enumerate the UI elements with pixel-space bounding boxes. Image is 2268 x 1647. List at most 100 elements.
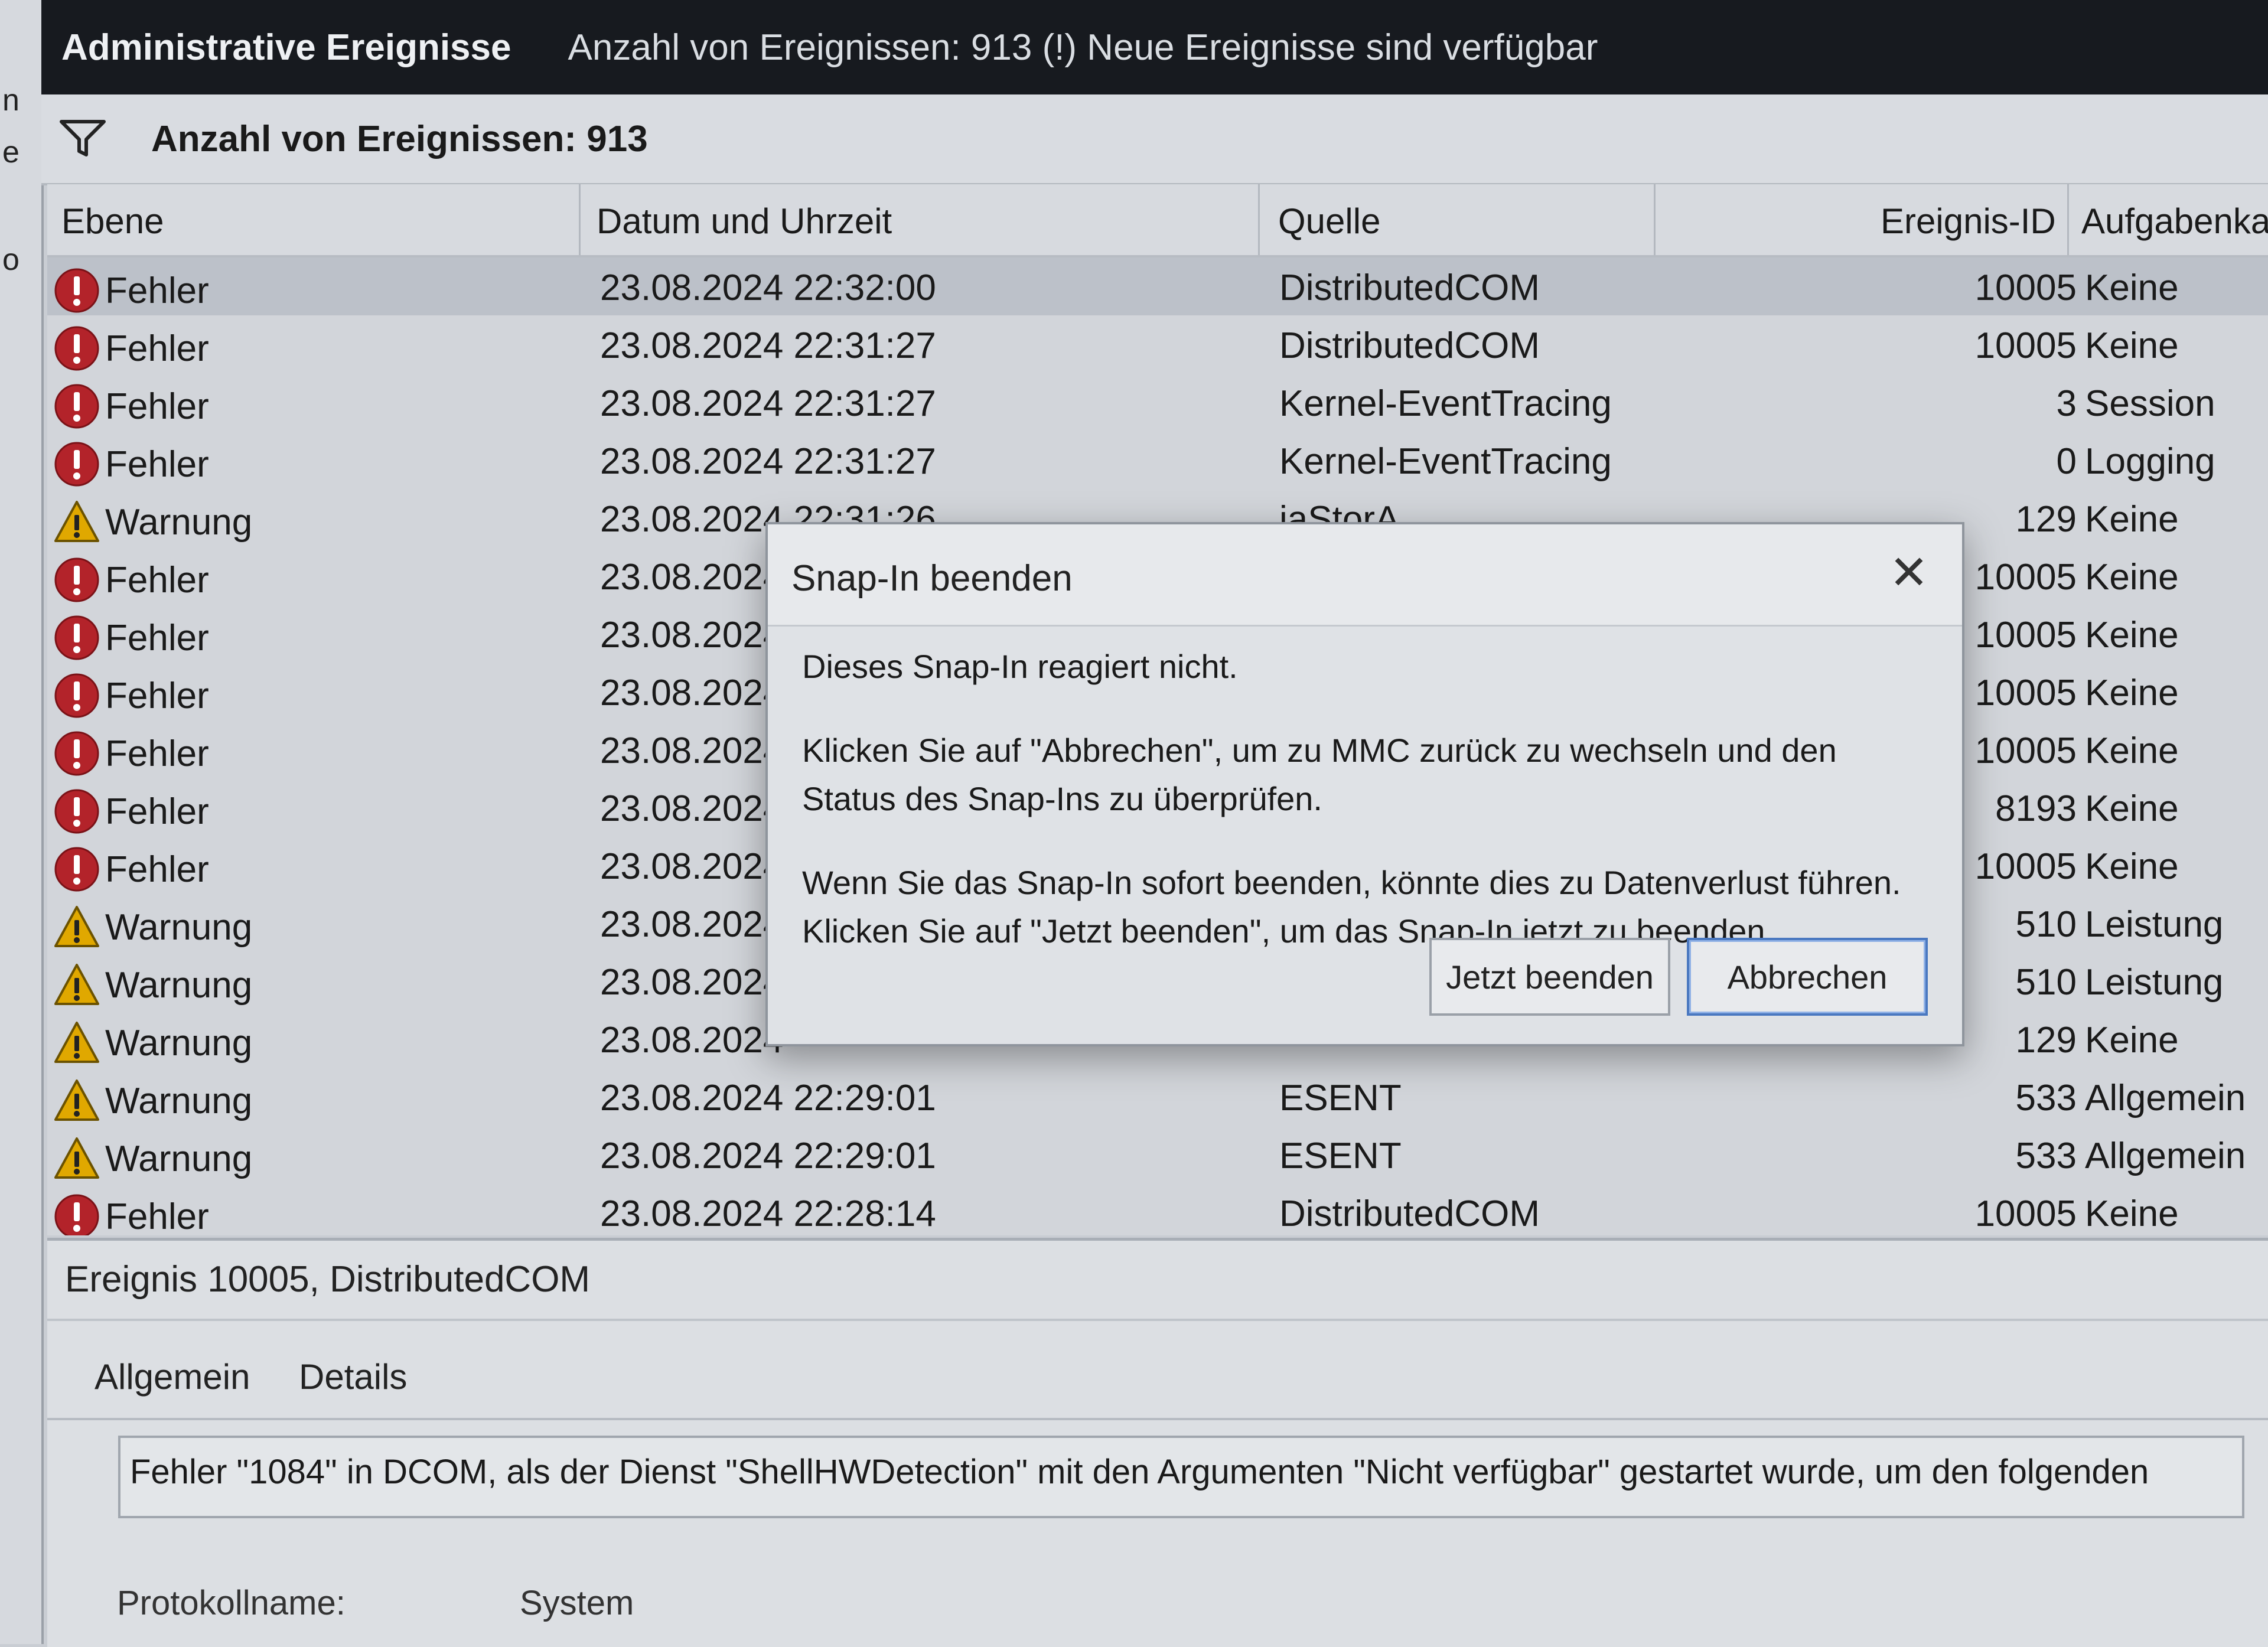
- level-cell: Fehler: [53, 325, 209, 372]
- level-text: Warnung: [105, 1138, 253, 1179]
- task-category-cell: Logging: [2085, 441, 2215, 482]
- level-text: Fehler: [105, 617, 209, 658]
- table-row[interactable]: Fehler 23.08.2024 22:28:14 DistributedCOM 1…: [47, 1183, 2268, 1235]
- date-cell: 23.08.2024 22:31:27: [600, 441, 936, 482]
- column-header-event-id[interactable]: Ereignis-ID: [1866, 201, 2056, 242]
- task-category-cell: Keine: [2085, 673, 2179, 713]
- task-category-cell: Keine: [2085, 325, 2179, 366]
- date-cell: 23.08.2024 22:31:27: [600, 325, 936, 366]
- error-icon: [53, 614, 105, 661]
- level-cell: Fehler: [53, 556, 209, 604]
- cancel-button[interactable]: Abbrechen: [1687, 938, 1928, 1016]
- task-category-cell: Keine: [2085, 788, 2179, 829]
- event-id-cell: 533: [2015, 1136, 2077, 1176]
- source-cell: Kernel-EventTracing: [1279, 441, 1612, 482]
- level-cell: Fehler: [53, 730, 209, 777]
- task-category-cell: Leistung: [2085, 962, 2224, 1003]
- error-icon: [53, 441, 105, 488]
- level-text: Fehler: [105, 328, 209, 369]
- task-category-cell: Keine: [2085, 615, 2179, 655]
- level-cell: Warnung: [53, 1019, 252, 1067]
- left-pane-edge: n e o: [0, 0, 44, 1644]
- level-text: Warnung: [105, 964, 253, 1006]
- filter-count-label: Anzahl von Ereignissen: 913: [151, 118, 648, 159]
- event-count-status: Anzahl von Ereignissen: 913 (!) Neue Ere…: [568, 27, 1598, 68]
- warning-icon: [53, 961, 105, 1009]
- event-id-cell: 10005: [1974, 1193, 2077, 1234]
- date-cell: 23.08.2024 22:31:27: [600, 383, 936, 424]
- date-cell: 23.08.2024: [600, 730, 784, 771]
- level-text: Warnung: [105, 501, 253, 543]
- column-header-level[interactable]: Ebene: [47, 201, 164, 242]
- table-row[interactable]: Fehler 23.08.2024 22:31:27 Kernel-EventTra…: [47, 373, 2268, 431]
- source-cell: DistributedCOM: [1279, 325, 1540, 366]
- dialog-message-line: Klicken Sie auf "Abbrechen", um zu MMC z…: [802, 732, 1837, 817]
- level-cell: Warnung: [53, 961, 252, 1009]
- task-category-cell: Keine: [2085, 730, 2179, 771]
- level-cell: Fehler: [53, 788, 209, 835]
- level-text: Fehler: [105, 443, 209, 485]
- left-pane-fragment: e: [2, 135, 19, 169]
- warning-icon: [53, 1077, 105, 1124]
- level-cell: Fehler: [53, 672, 209, 719]
- level-cell: Fehler: [53, 1193, 209, 1235]
- error-icon: [53, 383, 105, 430]
- source-cell: Kernel-EventTracing: [1279, 383, 1612, 424]
- log-name-value: System: [520, 1584, 634, 1622]
- level-text: Warnung: [105, 1022, 253, 1064]
- table-row[interactable]: Warnung 23.08.2024 22:29:01 ESENT 533 Allgem…: [47, 1068, 2268, 1126]
- level-text: Fehler: [105, 849, 209, 890]
- warning-icon: [53, 498, 105, 546]
- event-description[interactable]: Fehler "1084" in DCOM, als der Dienst "S…: [118, 1436, 2244, 1518]
- error-icon: [53, 846, 105, 893]
- column-header-source[interactable]: Quelle: [1264, 201, 1380, 242]
- view-title-bar: Administrative Ereignisse Anzahl von Ere…: [41, 0, 2268, 94]
- date-cell: 23.08.2024 22:29:01: [600, 1136, 936, 1176]
- date-cell: 23.08.2024: [600, 962, 784, 1003]
- date-cell: 23.08.2024: [600, 557, 784, 598]
- event-id-cell: 533: [2015, 1078, 2077, 1118]
- warning-icon: [53, 1019, 105, 1067]
- close-icon[interactable]: ✕: [1885, 549, 1933, 596]
- task-category-cell: Keine: [2085, 557, 2179, 598]
- left-pane-fragment: n: [2, 83, 19, 118]
- filter-bar: Anzahl von Ereignissen: 913: [41, 94, 2268, 185]
- level-cell: Fehler: [53, 267, 209, 314]
- end-now-button[interactable]: Jetzt beenden: [1429, 938, 1670, 1016]
- level-cell: Fehler: [53, 441, 209, 488]
- table-row[interactable]: Fehler 23.08.2024 22:32:00 DistributedCOM 1…: [47, 257, 2268, 315]
- date-cell: 23.08.2024: [600, 788, 784, 829]
- filter-icon[interactable]: [59, 118, 106, 159]
- date-cell: 23.08.2024: [600, 673, 784, 713]
- table-header: Ebene Datum und Uhrzeit Quelle Ereignis-…: [47, 184, 2268, 257]
- tab-details[interactable]: Details: [299, 1356, 407, 1397]
- date-cell: 23.08.2024: [600, 846, 784, 887]
- column-header-date[interactable]: Datum und Uhrzeit: [582, 201, 892, 242]
- tab-general[interactable]: Allgemein: [94, 1356, 250, 1397]
- task-category-cell: Session: [2085, 383, 2215, 424]
- task-category-cell: Allgemein: [2085, 1078, 2246, 1118]
- level-cell: Warnung: [53, 498, 252, 546]
- level-cell: Fehler: [53, 614, 209, 661]
- left-pane-fragment: o: [2, 243, 19, 277]
- level-cell: Fehler: [53, 383, 209, 430]
- warning-icon: [53, 904, 105, 951]
- level-text: Fehler: [105, 386, 209, 427]
- error-icon: [53, 672, 105, 719]
- task-category-cell: Allgemein: [2085, 1136, 2246, 1176]
- error-icon: [53, 556, 105, 604]
- date-cell: 23.08.2024: [600, 1020, 784, 1061]
- table-row[interactable]: Warnung 23.08.2024 22:29:01 ESENT 533 Allgem…: [47, 1126, 2268, 1183]
- column-header-task-category[interactable]: Aufgabenkate: [2067, 201, 2268, 242]
- date-cell: 23.08.2024 22:28:14: [600, 1193, 936, 1234]
- level-cell: Warnung: [53, 1077, 252, 1124]
- error-icon: [53, 267, 105, 314]
- view-title: Administrative Ereignisse: [61, 27, 511, 68]
- table-row[interactable]: Fehler 23.08.2024 22:31:27 DistributedCOM 1…: [47, 315, 2268, 373]
- source-cell: ESENT: [1279, 1136, 1402, 1176]
- level-text: Fehler: [105, 675, 209, 716]
- table-row[interactable]: Fehler 23.08.2024 22:31:27 Kernel-EventTra…: [47, 431, 2268, 489]
- date-cell: 23.08.2024 22:29:01: [600, 1078, 936, 1118]
- level-text: Fehler: [105, 733, 209, 774]
- date-cell: 23.08.2024 22:32:00: [600, 268, 936, 308]
